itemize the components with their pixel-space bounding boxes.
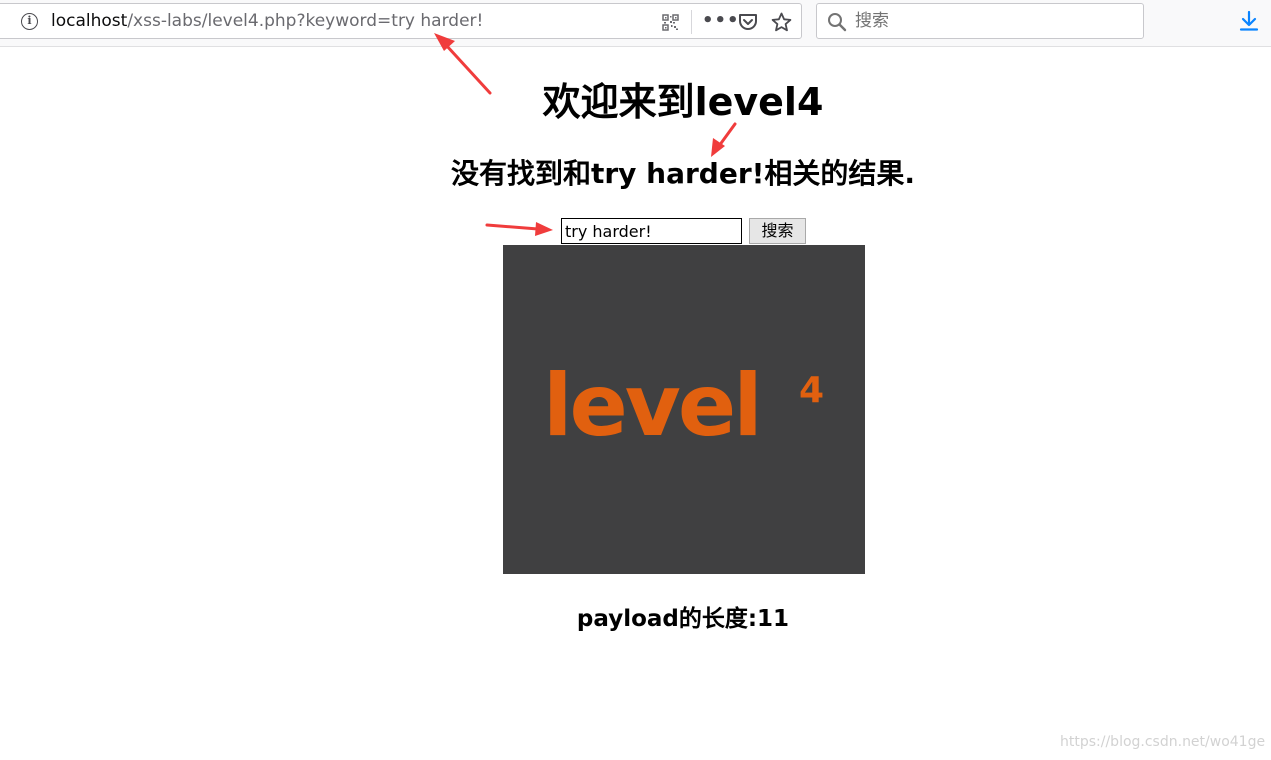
star-icon[interactable] — [771, 12, 792, 33]
download-icon[interactable] — [1238, 10, 1260, 32]
annotation-arrow-input — [485, 222, 553, 236]
browser-search-bar[interactable]: 搜索 — [816, 3, 1144, 39]
browser-toolbar: i localhost/xss-labs/level4.php?keyword=… — [0, 0, 1271, 47]
urlbar-divider — [691, 10, 692, 34]
page-title: 欢迎来到level4 — [542, 80, 824, 124]
search-icon — [828, 13, 847, 32]
url-text[interactable]: localhost/xss-labs/level4.php?keyword=tr… — [51, 11, 483, 31]
url-path: /xss-labs/level4.php?keyword=try harder! — [127, 11, 484, 31]
result-message: 没有找到和try harder!相关的结果. — [450, 157, 916, 190]
address-bar[interactable]: i localhost/xss-labs/level4.php?keyword=… — [0, 3, 802, 39]
payload-length: payload的长度:11 — [576, 606, 790, 632]
keyword-input[interactable] — [561, 218, 742, 244]
url-host: localhost — [51, 11, 128, 31]
qr-code-icon[interactable] — [662, 14, 679, 31]
pocket-icon[interactable] — [738, 13, 758, 32]
info-icon[interactable]: i — [21, 13, 38, 30]
watermark: https://blog.csdn.net/wo41ge — [1060, 734, 1266, 750]
annotation-arrow-result — [711, 122, 737, 157]
level-image: level 4 — [503, 245, 865, 574]
level-logo-number: 4 — [799, 370, 825, 411]
level-logo-text: level — [543, 356, 763, 456]
search-button[interactable]: 搜索 — [749, 218, 806, 244]
search-placeholder: 搜索 — [855, 11, 889, 31]
more-icon[interactable]: ••• — [702, 9, 740, 33]
